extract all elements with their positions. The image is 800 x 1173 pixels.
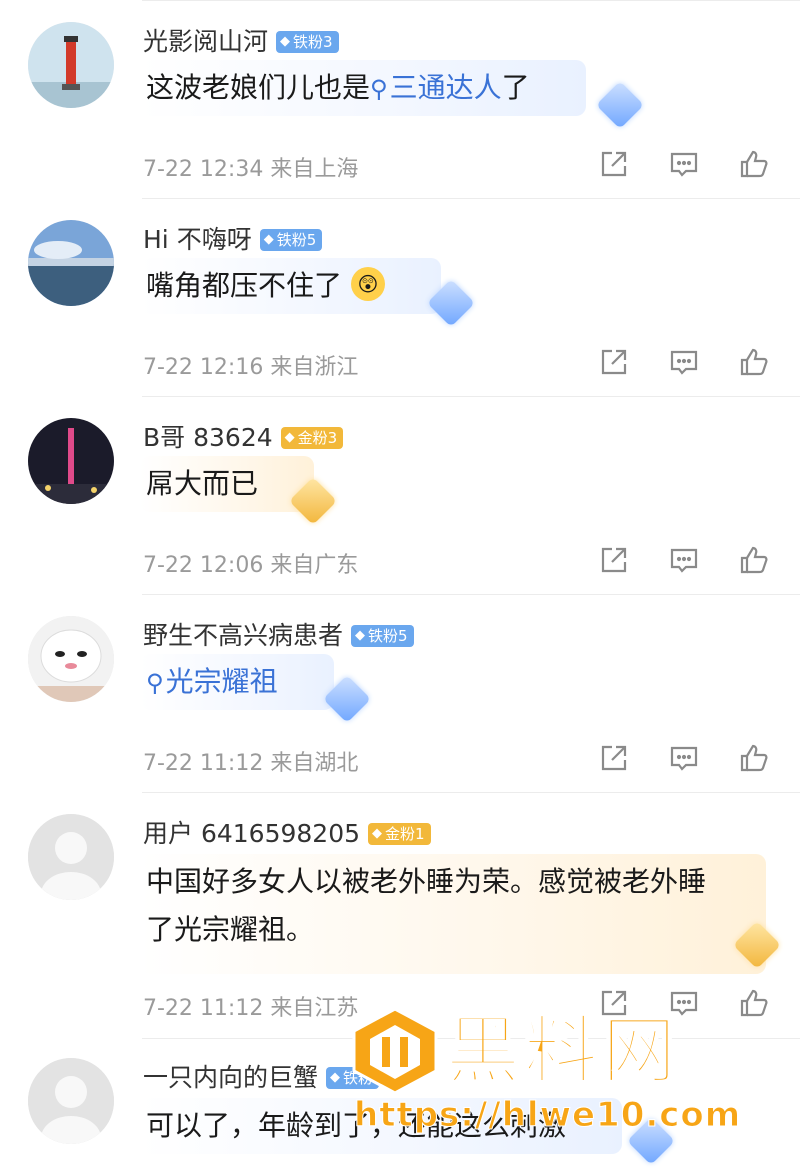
badge-label: 铁粉 [343,1069,374,1087]
search-icon: ⚲ [370,75,388,103]
username[interactable]: Hi 不嗨呀 [143,224,252,256]
username-row: 一只内向的巨蟹 ◆ 铁粉 [143,1062,380,1094]
diamond-icon: ◆ [263,232,274,247]
comment-bubble: 可以了，年龄到了，还能这么刺激 [140,1098,623,1154]
share-icon[interactable] [598,987,630,1019]
avatar[interactable] [28,418,114,504]
username-row: 野生不高兴病患者 ◆ 铁粉5 [143,620,414,652]
surprised-emoji-icon: 😲 [350,267,385,301]
like-icon[interactable] [738,742,770,774]
comment-item: 光影阅山河 ◆ 铁粉3 这波老娘们儿也是⚲三通达人了 7-22 12:34 来自上… [0,0,800,199]
fan-badge[interactable]: ◆ 金粉1 [368,823,431,845]
diamond-icon: ◆ [280,34,291,49]
badge-label: 铁粉5 [368,627,408,645]
diamond-decoration-icon [595,80,645,130]
share-icon[interactable] [598,346,630,378]
badge-label: 金粉3 [297,429,338,447]
comment-text: 这波老娘们儿也是 [146,71,371,104]
username[interactable]: 一只内向的巨蟹 [143,1062,318,1094]
username-row: 用户 6416598205 ◆ 金粉1 [143,818,431,850]
like-icon[interactable] [738,346,770,378]
diamond-icon: ◆ [330,1070,341,1085]
comment-actions [598,346,770,378]
comment-icon[interactable] [668,987,700,1019]
username[interactable]: B哥 83624 [143,422,273,454]
like-icon[interactable] [738,987,770,1019]
comment-text: 中国好多女人以被老外睡为荣。感觉被老外睡了光宗耀祖。 [146,865,707,946]
username-row: Hi 不嗨呀 ◆ 铁粉5 [143,224,323,256]
like-icon[interactable] [738,148,770,180]
share-icon[interactable] [598,544,630,576]
username[interactable]: 光影阅山河 [143,26,268,58]
comment-item: 用户 6416598205 ◆ 金粉1 中国好多女人以被老外睡为荣。感觉被老外睡了… [0,792,800,1039]
comment-actions [598,148,770,180]
comment-meta: 7-22 11:12 来自湖北 [143,751,359,776]
avatar[interactable] [28,814,114,900]
comment-bubble: 屌大而已 [140,456,315,512]
comment-icon[interactable] [668,742,700,774]
comment-icon[interactable] [668,148,700,180]
topic-link[interactable]: 三通达人 [390,71,502,104]
comment-meta: 7-22 12:06 来自广东 [143,553,359,578]
comment-actions [598,544,770,576]
comment-icon[interactable] [668,544,700,576]
comment-bubble: 中国好多女人以被老外睡为荣。感觉被老外睡了光宗耀祖。 [140,854,766,974]
search-icon: ⚲ [146,669,164,697]
comment-text: 嘴角都压不住了 [146,269,343,302]
diamond-decoration-icon [626,1116,676,1166]
fan-badge[interactable]: ◆ 铁粉3 [276,31,339,53]
comment-actions [598,742,770,774]
avatar[interactable] [28,1058,114,1144]
comment-meta: 7-22 12:16 来自浙江 [143,355,359,380]
comment-meta: 7-22 11:12 来自江苏 [143,996,359,1021]
comment-bubble: 这波老娘们儿也是⚲三通达人了 [140,60,586,116]
username-row: B哥 83624 ◆ 金粉3 [143,422,344,454]
share-icon[interactable] [598,148,630,180]
fan-badge[interactable]: ◆ 铁粉5 [351,625,414,647]
comment-item: 野生不高兴病患者 ◆ 铁粉5 ⚲光宗耀祖 7-22 11:12 来自湖北 [0,594,800,793]
diamond-icon: ◆ [355,628,366,643]
comment-text: 屌大而已 [146,467,259,500]
comment-bubble: ⚲光宗耀祖 [140,654,334,710]
avatar[interactable] [28,22,114,108]
comment-icon[interactable] [668,346,700,378]
diamond-icon: ◆ [284,430,295,445]
fan-badge[interactable]: ◆ 金粉3 [280,427,344,449]
comment-text: 可以了，年龄到了，还能这么刺激 [146,1109,567,1142]
topic-link[interactable]: 光宗耀祖 [166,665,278,698]
comment-meta: 7-22 12:34 来自上海 [143,157,359,182]
username-row: 光影阅山河 ◆ 铁粉3 [143,26,339,58]
comment-item: 一只内向的巨蟹 ◆ 铁粉 可以了，年龄到了，还能这么刺激 [0,1038,800,1173]
username[interactable]: 用户 6416598205 [143,818,360,850]
comment-actions [598,987,770,1019]
like-icon[interactable] [738,544,770,576]
comment-bubble: 嘴角都压不住了 😲 [140,258,441,314]
badge-label: 铁粉5 [276,231,317,249]
fan-badge[interactable]: ◆ 铁粉 [326,1067,380,1089]
comment-item: B哥 83624 ◆ 金粉3 屌大而已 7-22 12:06 来自广东 [0,396,800,595]
username[interactable]: 野生不高兴病患者 [143,620,343,652]
share-icon[interactable] [598,742,630,774]
avatar[interactable] [28,616,114,702]
fan-badge[interactable]: ◆ 铁粉5 [259,229,323,251]
comment-item: Hi 不嗨呀 ◆ 铁粉5 嘴角都压不住了 😲 7-22 12:16 来自浙江 [0,198,800,397]
diamond-icon: ◆ [372,826,383,841]
comment-text-suffix: 了 [501,71,530,104]
badge-label: 金粉1 [385,825,425,843]
avatar[interactable] [28,220,114,306]
badge-label: 铁粉3 [293,33,333,51]
